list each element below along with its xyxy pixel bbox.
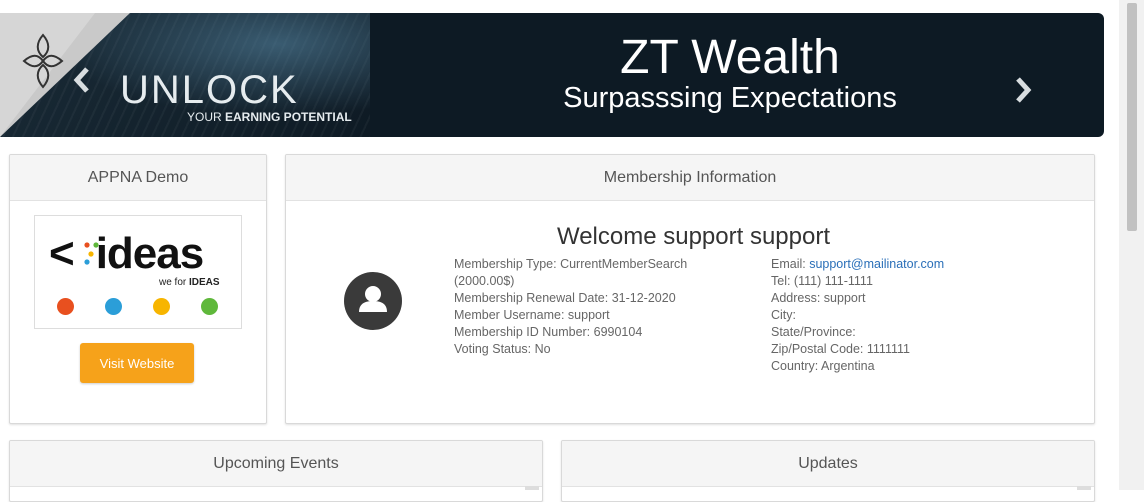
membership-type: Membership Type: CurrentMemberSearch	[454, 257, 688, 271]
list-icon	[105, 298, 122, 315]
chart-icon	[153, 298, 170, 315]
earning-prefix: YOUR	[187, 110, 222, 124]
appna-panel-title: APPNA Demo	[10, 155, 266, 201]
state-province: State/Province:	[771, 325, 856, 339]
banner-unlock-text: UNLOCK	[120, 68, 299, 112]
carousel-prev-button[interactable]	[72, 65, 92, 95]
telephone: Tel: (111) 111-1111	[771, 274, 873, 288]
avatar	[344, 272, 402, 330]
ideas-logo-word: < ideas	[49, 229, 205, 278]
welcome-heading: Welcome support support	[556, 223, 831, 250]
banner-subtitle: Surpasssing Expectations	[563, 82, 897, 114]
city: City:	[771, 308, 796, 322]
ideas-dots-icon	[84, 242, 99, 265]
page-scrollbar-thumb[interactable]	[1127, 3, 1137, 231]
carousel-left-image: UNLOCK YOUR EARNING POTENTIAL	[0, 13, 370, 137]
membership-details-right: Email: support@mailinator.com Tel: (111)…	[771, 256, 1071, 375]
address: Address: support	[771, 291, 866, 305]
updates-scrollbar[interactable]	[1077, 486, 1091, 490]
events-scrollbar[interactable]	[525, 486, 539, 490]
pencil-icon	[201, 298, 218, 315]
banner-title: ZT Wealth	[620, 31, 840, 84]
tagline-bold: IDEAS	[189, 277, 220, 288]
events-panel-title: Upcoming Events	[10, 441, 542, 487]
ideas-logo-text: ideas	[95, 229, 205, 278]
membership-details-left: Membership Type: CurrentMemberSearch (20…	[454, 256, 729, 358]
hero-carousel: UNLOCK YOUR EARNING POTENTIAL ZT Wealth …	[0, 13, 1104, 137]
renewal-date: Membership Renewal Date: 31-12-2020	[454, 291, 676, 305]
membership-panel-title: Membership Information	[286, 155, 1094, 201]
earning-bold: EARNING POTENTIAL	[225, 110, 352, 124]
email-label: Email:	[771, 257, 810, 271]
chevron-right-icon	[1016, 77, 1032, 103]
membership-id: Membership ID Number: 6990104	[454, 325, 643, 339]
updates-panel-title: Updates	[562, 441, 1094, 487]
zip-code: Zip/Postal Code: 1111111	[771, 342, 910, 356]
appna-demo-panel: APPNA Demo < ideas we for IDEAS Visit Web…	[9, 154, 267, 424]
chevron-left-icon	[73, 67, 89, 93]
tagline-prefix: we for	[159, 277, 187, 288]
ideas-icon-row	[57, 298, 218, 316]
email-link[interactable]: support@mailinator.com	[809, 257, 944, 271]
banner-earning-text: YOUR EARNING POTENTIAL	[187, 110, 352, 124]
laptop-icon	[57, 298, 74, 315]
upcoming-events-panel: Upcoming Events	[9, 440, 543, 502]
ideas-tagline: we for IDEAS	[159, 277, 220, 288]
ideas-logo: < ideas we for IDEAS	[34, 215, 242, 329]
country: Country: Argentina	[771, 359, 875, 373]
updates-panel: Updates	[561, 440, 1095, 502]
member-username: Member Username: support	[454, 308, 610, 322]
membership-info-panel: Membership Information Welcome support s…	[285, 154, 1095, 424]
email-row: Email: support@mailinator.com	[771, 256, 1071, 273]
membership-fee: (2000.00$)	[454, 274, 515, 288]
carousel-next-button[interactable]	[1013, 75, 1033, 105]
ideas-logo-bracket: <	[49, 229, 75, 278]
brand-logo-icon	[22, 33, 64, 89]
user-icon	[359, 286, 387, 312]
voting-status: Voting Status: No	[454, 342, 551, 356]
page-scrollbar[interactable]	[1119, 0, 1144, 490]
visit-website-button[interactable]: Visit Website	[80, 343, 194, 383]
